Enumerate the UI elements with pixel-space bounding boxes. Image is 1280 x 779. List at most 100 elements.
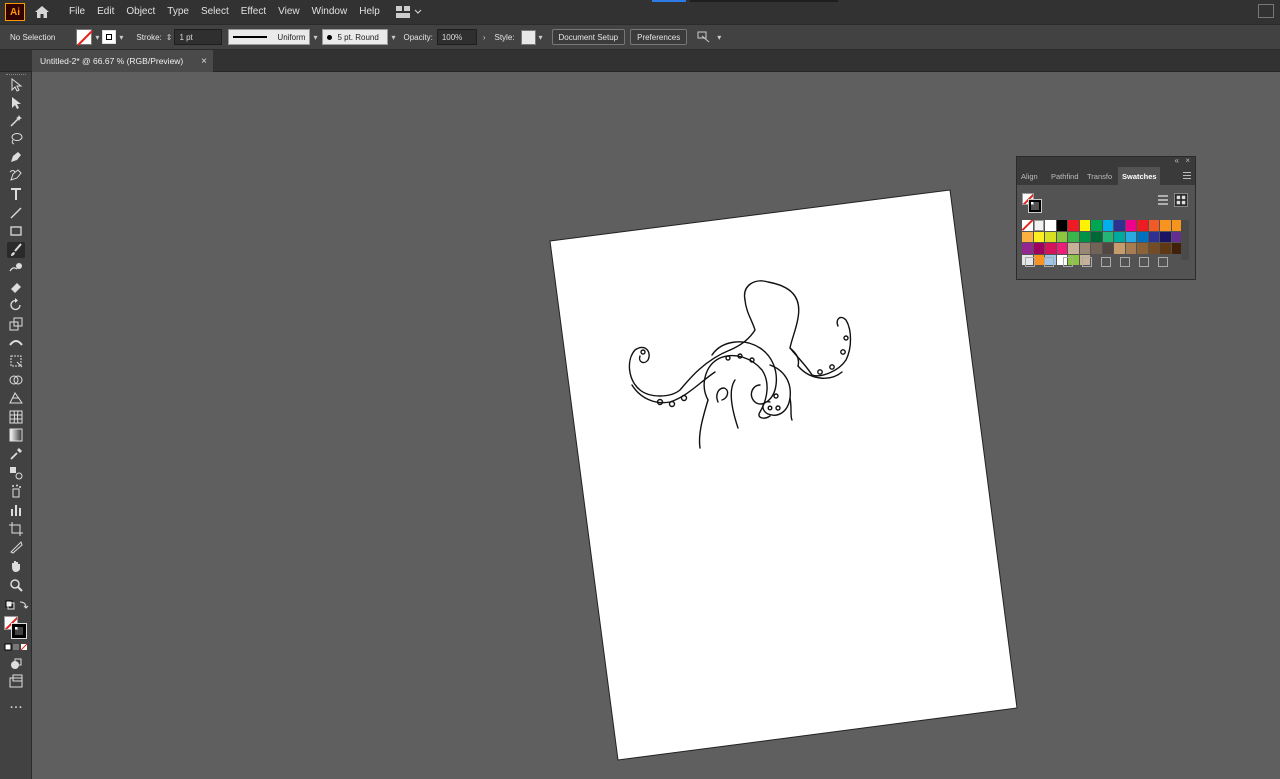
eraser-tool-icon[interactable] (7, 279, 25, 295)
chevron-down-icon[interactable]: ▾ (391, 33, 395, 42)
chevron-right-icon[interactable]: › (483, 33, 486, 42)
swatch-35[interactable] (1102, 243, 1113, 254)
swatch-26[interactable] (1160, 231, 1171, 242)
graphic-style-swatch[interactable] (520, 29, 536, 45)
selection-tool-icon[interactable] (7, 77, 25, 93)
menu-window[interactable]: Window (306, 0, 354, 24)
swatch-15[interactable] (1033, 231, 1044, 242)
menu-select[interactable]: Select (195, 0, 235, 24)
swatch-31[interactable] (1056, 243, 1067, 254)
swatch-12[interactable] (1160, 220, 1171, 231)
fill-stroke-widget[interactable] (4, 616, 30, 642)
magic-wand-tool-icon[interactable] (7, 113, 25, 129)
swatch-23[interactable] (1125, 231, 1136, 242)
list-view-icon[interactable] (1157, 194, 1169, 206)
swatch-10[interactable] (1137, 220, 1148, 231)
color-group-icon[interactable] (1082, 257, 1092, 267)
stroke-swatch[interactable] (11, 623, 27, 639)
menu-effect[interactable]: Effect (235, 0, 272, 24)
swatch-scrollbar[interactable] (1181, 220, 1189, 260)
swatch-2[interactable] (1045, 220, 1056, 231)
gradient-tool-icon[interactable] (7, 427, 25, 443)
swatch-8[interactable] (1114, 220, 1125, 231)
mesh-tool-icon[interactable] (7, 409, 25, 425)
default-fill-stroke-icon[interactable] (4, 598, 30, 614)
swatch-28[interactable] (1022, 243, 1033, 254)
menu-file[interactable]: File (63, 0, 91, 24)
document-tab[interactable]: Untitled-2* @ 66.67 % (RGB/Preview) × (32, 50, 213, 72)
home-icon[interactable] (33, 3, 51, 21)
new-color-group-icon[interactable] (1101, 257, 1111, 267)
lasso-tool-icon[interactable] (7, 131, 25, 147)
fill-swatch[interactable] (76, 29, 93, 45)
rotate-tool-icon[interactable] (7, 297, 25, 313)
window-restore-button[interactable] (1258, 4, 1274, 18)
swatch-libraries-icon[interactable] (1025, 257, 1035, 267)
type-tool-icon[interactable] (7, 186, 25, 202)
stroke-swatch[interactable] (1028, 199, 1042, 213)
panel-menu-icon[interactable] (1183, 172, 1191, 181)
swatch-21[interactable] (1102, 231, 1113, 242)
pen-tool-icon[interactable] (7, 149, 25, 165)
direct-selection-tool-icon[interactable] (7, 95, 25, 111)
artboard-tool-icon[interactable] (7, 521, 25, 537)
workspace-switcher[interactable] (395, 6, 422, 18)
chevron-down-icon[interactable]: ▾ (313, 33, 317, 42)
swatch-16[interactable] (1045, 231, 1056, 242)
arrange-documents-button[interactable]: ▾ (697, 31, 724, 43)
swatch-11[interactable] (1148, 220, 1159, 231)
close-icon[interactable]: × (1185, 156, 1190, 165)
tab-transform[interactable]: Transfo (1083, 167, 1118, 185)
opacity-field[interactable]: 100% (436, 29, 477, 45)
swatch-4[interactable] (1068, 220, 1079, 231)
more-tools-button[interactable]: ... (7, 695, 25, 712)
rectangle-tool-icon[interactable] (7, 223, 25, 239)
panel-grip[interactable] (6, 74, 26, 76)
swatch-14[interactable] (1022, 231, 1033, 242)
menu-help[interactable]: Help (353, 0, 386, 24)
swatch-6[interactable] (1091, 220, 1102, 231)
width-tool-icon[interactable] (7, 334, 25, 350)
menu-edit[interactable]: Edit (91, 0, 120, 24)
tab-align[interactable]: Align (1017, 167, 1047, 185)
zoom-tool-icon[interactable] (7, 577, 25, 593)
swatch-30[interactable] (1045, 243, 1056, 254)
swatch-29[interactable] (1033, 243, 1044, 254)
symbol-sprayer-tool-icon[interactable] (7, 483, 25, 499)
variable-width-profile[interactable]: Uniform (228, 29, 311, 45)
swatch-options-icon[interactable] (1063, 257, 1073, 267)
swatch-37[interactable] (1125, 243, 1136, 254)
swatch-34[interactable] (1091, 243, 1102, 254)
eyedropper-tool-icon[interactable] (7, 446, 25, 462)
show-kinds-icon[interactable] (1044, 257, 1054, 267)
fill-stroke-widget[interactable] (1022, 193, 1042, 213)
chevron-down-icon[interactable]: ▾ (95, 33, 99, 42)
preferences-button[interactable]: Preferences (630, 29, 688, 45)
shape-builder-tool-icon[interactable] (7, 372, 25, 388)
document-setup-button[interactable]: Document Setup (551, 29, 626, 45)
screen-mode-icon[interactable] (7, 673, 25, 689)
swatch-40[interactable] (1160, 243, 1171, 254)
swatch-36[interactable] (1114, 243, 1125, 254)
panel-header[interactable]: « × (1017, 156, 1195, 167)
blend-tool-icon[interactable] (7, 465, 25, 481)
curvature-tool-icon[interactable] (7, 167, 25, 183)
swatch-0[interactable] (1022, 220, 1033, 231)
scale-tool-icon[interactable] (7, 316, 25, 332)
swatch-17[interactable] (1056, 231, 1067, 242)
shaper-tool-icon[interactable] (7, 260, 25, 276)
paintbrush-tool-icon[interactable] (7, 242, 25, 258)
swatch-20[interactable] (1091, 231, 1102, 242)
drawing-mode-icon[interactable] (7, 656, 25, 672)
tab-swatches[interactable]: Swatches (1118, 167, 1160, 185)
stroke-weight-field[interactable]: 1 pt (174, 29, 223, 45)
swatch-38[interactable] (1137, 243, 1148, 254)
color-mode-icons[interactable] (4, 640, 30, 656)
delete-swatch-icon[interactable] (1158, 257, 1168, 267)
line-segment-tool-icon[interactable] (7, 205, 25, 221)
slice-tool-icon[interactable] (7, 539, 25, 555)
chevron-down-icon[interactable]: ▾ (119, 33, 123, 42)
column-graph-tool-icon[interactable] (7, 502, 25, 518)
swatch-7[interactable] (1102, 220, 1113, 231)
swatch-1[interactable] (1033, 220, 1044, 231)
